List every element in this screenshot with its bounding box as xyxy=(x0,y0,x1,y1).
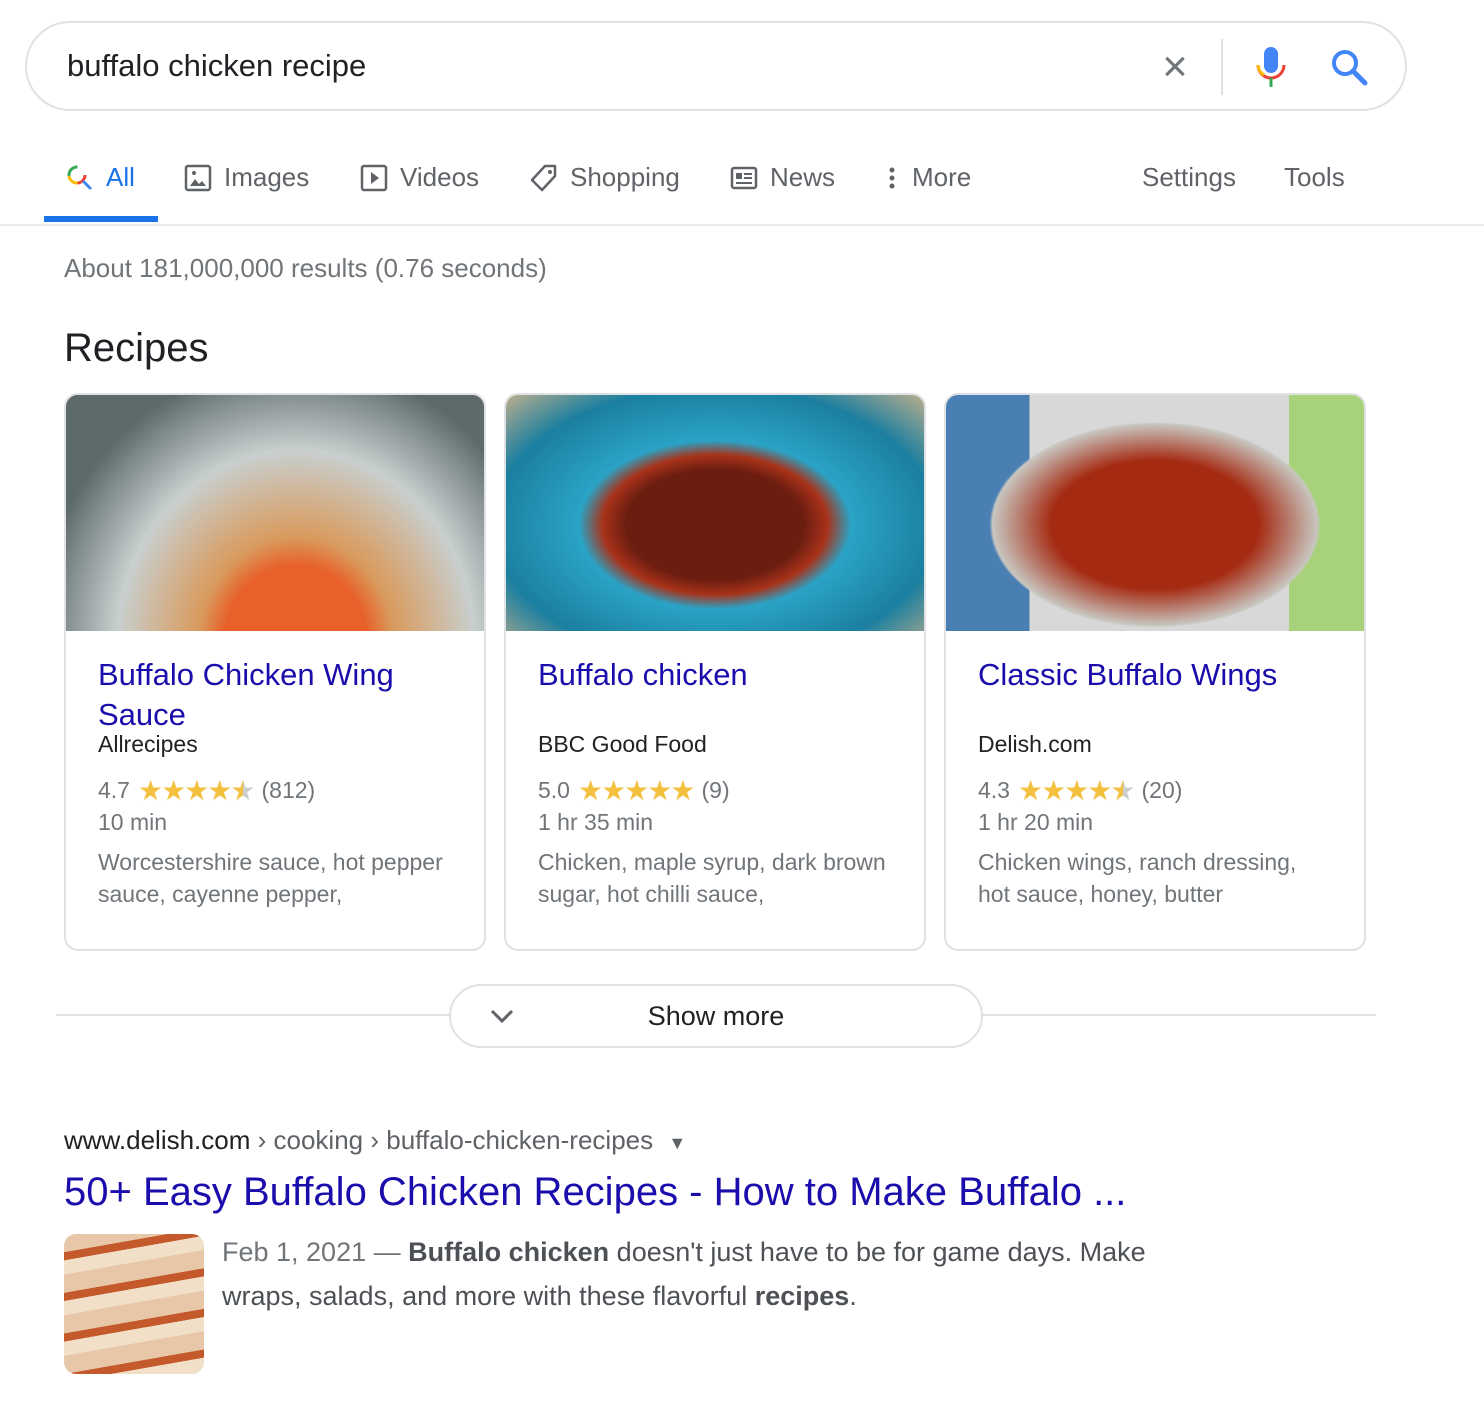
snippet-bold: Buffalo chicken xyxy=(408,1237,610,1267)
recipe-rating: 5.0 ★★★★★ (9) xyxy=(538,774,892,807)
search-tabs: All Images Videos Shopping News More Set… xyxy=(0,150,1484,226)
news-icon xyxy=(730,166,758,189)
image-icon xyxy=(184,164,212,191)
show-more-button[interactable]: Show more xyxy=(449,984,983,1048)
rating-value: 5.0 xyxy=(538,777,570,803)
result-snippet: Feb 1, 2021 — Buffalo chicken doesn't ju… xyxy=(222,1230,1222,1318)
star-rating-icon: ★★★★★ xyxy=(137,775,256,806)
recipe-title[interactable]: Classic Buffalo Wings xyxy=(978,655,1332,735)
recipe-ingredients: Chicken, maple syrup, dark brown sugar, … xyxy=(538,849,886,907)
clear-icon[interactable]: × xyxy=(1155,45,1195,89)
recipe-title[interactable]: Buffalo chicken xyxy=(538,655,892,735)
snippet-bold: recipes xyxy=(754,1281,850,1311)
result-stats: About 181,000,000 results (0.76 seconds) xyxy=(64,253,547,283)
recipe-time: 10 min xyxy=(98,809,168,835)
chevron-down-icon xyxy=(490,1009,514,1024)
tab-label: More xyxy=(912,162,972,192)
snippet-text: . xyxy=(849,1281,857,1311)
tab-more[interactable]: More xyxy=(878,162,971,193)
tab-label: Shopping xyxy=(570,162,680,192)
recipe-time: 1 hr 35 min xyxy=(538,809,654,835)
rating-value: 4.3 xyxy=(978,777,1010,803)
result-date: Feb 1, 2021 — xyxy=(222,1237,409,1267)
tools-link[interactable]: Tools xyxy=(1284,162,1345,193)
tag-icon xyxy=(530,164,557,191)
show-more-label: Show more xyxy=(647,1001,785,1031)
recipe-card[interactable]: Classic Buffalo Wings Delish.com 4.3 ★★★★… xyxy=(944,393,1366,951)
recipe-image xyxy=(66,395,484,631)
divider xyxy=(1221,39,1223,95)
recipe-rating: 4.3 ★★★★★ (20) xyxy=(978,774,1332,807)
play-icon xyxy=(360,164,388,191)
result-title-link[interactable]: 50+ Easy Buffalo Chicken Recipes - How t… xyxy=(64,1170,1126,1215)
tab-videos[interactable]: Videos xyxy=(360,162,479,193)
settings-link[interactable]: Settings xyxy=(1142,162,1236,193)
breadcrumb[interactable]: www.delish.com › cooking › buffalo-chick… xyxy=(64,1125,686,1156)
result-path: › cooking › buffalo-chicken-recipes xyxy=(250,1125,654,1155)
recipe-image xyxy=(946,395,1364,631)
tab-news[interactable]: News xyxy=(730,162,835,193)
rating-count: (20) xyxy=(1141,777,1183,803)
search-input[interactable] xyxy=(67,43,1117,89)
tab-label: Videos xyxy=(400,162,480,192)
recipe-card[interactable]: Buffalo Chicken Wing Sauce Allrecipes 4.… xyxy=(64,393,486,951)
recipe-ingredients: Worcestershire sauce, hot pepper sauce, … xyxy=(98,849,443,907)
result-thumbnail[interactable] xyxy=(64,1234,204,1374)
rating-value: 4.7 xyxy=(98,777,130,803)
search-icon[interactable] xyxy=(1329,47,1369,87)
recipe-title[interactable]: Buffalo Chicken Wing Sauce xyxy=(98,655,452,735)
rating-count: (812) xyxy=(261,777,316,803)
tab-shopping[interactable]: Shopping xyxy=(530,162,680,193)
search-icon xyxy=(67,165,93,190)
tab-images[interactable]: Images xyxy=(184,162,309,193)
recipe-image xyxy=(506,395,924,631)
more-vert-icon xyxy=(889,167,895,188)
recipe-source: BBC Good Food xyxy=(538,731,707,757)
tab-label: All xyxy=(106,162,135,192)
tab-label: News xyxy=(770,162,836,192)
recipe-rating: 4.7 ★★★★★ (812) xyxy=(98,774,452,807)
recipe-time: 1 hr 20 min xyxy=(978,809,1094,835)
active-tab-indicator xyxy=(44,216,158,222)
result-domain: www.delish.com xyxy=(64,1125,251,1155)
recipes-heading: Recipes xyxy=(64,326,209,370)
recipe-ingredients: Chicken wings, ranch dressing, hot sauce… xyxy=(978,849,1297,907)
recipe-card[interactable]: Buffalo chicken BBC Good Food 5.0 ★★★★★ (9… xyxy=(504,393,926,951)
tab-all[interactable]: All xyxy=(66,162,135,193)
search-box[interactable]: × xyxy=(25,21,1407,111)
tab-label: Images xyxy=(224,162,310,192)
star-rating-icon: ★★★★★ xyxy=(577,775,696,806)
star-rating-icon: ★★★★★ xyxy=(1017,775,1136,806)
microphone-icon[interactable] xyxy=(1253,45,1289,89)
recipe-source: Delish.com xyxy=(978,731,1092,757)
caret-down-icon[interactable]: ▼ xyxy=(668,1133,686,1153)
recipe-source: Allrecipes xyxy=(98,731,198,757)
rating-count: (9) xyxy=(701,777,730,803)
